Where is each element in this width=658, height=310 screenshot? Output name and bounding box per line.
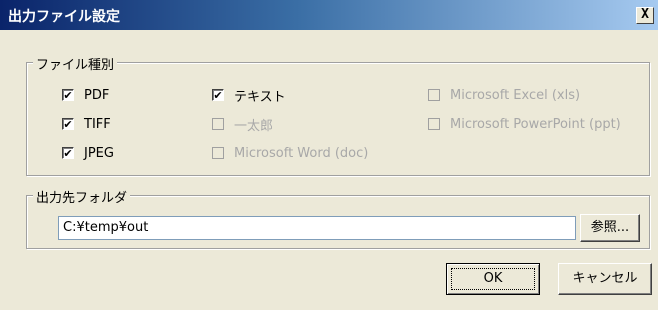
checkbox-jpeg[interactable]: ✔ JPEG (62, 144, 114, 162)
output-folder-legend: 出力先フォルダ (33, 187, 131, 206)
checkbox-text-box[interactable]: ✔ (212, 89, 224, 101)
checkbox-excel: Microsoft Excel (xls) (428, 86, 580, 104)
checkbox-jpeg-label: JPEG (84, 145, 114, 161)
checkbox-ichitaro: 一太郎 (212, 115, 274, 134)
checkbox-ichitaro-label: 一太郎 (234, 118, 274, 134)
ok-button-focus-ring (451, 268, 535, 290)
checkbox-jpeg-box[interactable]: ✔ (62, 147, 74, 159)
checkbox-tiff-label: TIFF (84, 116, 111, 132)
browse-button[interactable]: 参照... (580, 214, 640, 242)
settings-dialog: 出力ファイル設定 X ファイル種別 ✔ PDF ✔ TIFF ✔ JPEG ✔ … (0, 0, 658, 310)
checkbox-powerpoint-label: Microsoft PowerPoint (ppt) (450, 116, 621, 132)
checkbox-powerpoint-box (428, 118, 440, 130)
file-type-legend: ファイル種別 (33, 54, 118, 73)
checkbox-ichitaro-box (212, 118, 224, 130)
cancel-button[interactable]: キャンセル (558, 263, 652, 295)
checkbox-word-box (212, 147, 224, 159)
checkbox-powerpoint: Microsoft PowerPoint (ppt) (428, 115, 621, 133)
title-bar: 出力ファイル設定 X (0, 0, 658, 30)
checkbox-pdf-box[interactable]: ✔ (62, 89, 74, 101)
checkbox-text[interactable]: ✔ テキスト (212, 86, 286, 105)
output-folder-input[interactable]: C:¥temp¥out (58, 216, 576, 240)
checkbox-word-label: Microsoft Word (doc) (234, 145, 369, 161)
checkbox-excel-label: Microsoft Excel (xls) (450, 87, 581, 103)
checkbox-text-label: テキスト (234, 89, 286, 105)
checkbox-pdf-label: PDF (84, 87, 110, 103)
ok-button[interactable]: OK (446, 263, 540, 295)
checkbox-tiff-box[interactable]: ✔ (62, 118, 74, 130)
checkbox-excel-box (428, 89, 440, 101)
dialog-title: 出力ファイル設定 (8, 9, 120, 25)
close-button[interactable]: X (636, 7, 654, 24)
checkbox-tiff[interactable]: ✔ TIFF (62, 115, 111, 133)
checkbox-word: Microsoft Word (doc) (212, 144, 368, 162)
checkbox-pdf[interactable]: ✔ PDF (62, 86, 109, 104)
